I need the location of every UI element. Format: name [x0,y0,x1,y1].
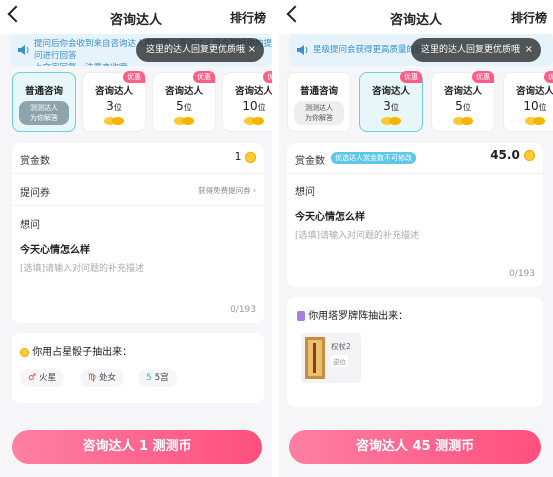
coin-stack-icon [453,117,473,125]
discount-badge: 优惠 [472,71,494,83]
coin-icon [245,151,256,163]
dice-icon [20,347,29,357]
speaker-icon [297,45,308,55]
discount-badge: 优惠 [263,71,272,83]
tooltip: 这里的达人回复更优质哦 × [411,38,541,62]
tarot-card-position: 逆位 [331,355,348,367]
coupon-label: 提问券 [20,188,50,199]
description-input[interactable]: [选填]请输入对问题的补充描述 [20,261,144,274]
coin-stack-icon [525,117,545,125]
coin-stack-icon [174,117,194,125]
dice-card: 你用占星骰子抽出来： ♂ 火星 ♍ 处女 5 5宫 [12,333,264,403]
leaderboard-link[interactable]: 排行榜 [230,9,266,26]
reward-value: 45.0 [490,148,535,162]
header: 咨询达人 排行榜 [279,0,553,34]
consult-button[interactable]: 咨询达人 45 测测币 [289,430,541,464]
tooltip-text: 这里的达人回复更优质哦 [421,45,521,55]
coin-stack-icon [244,117,264,125]
close-icon[interactable]: × [525,38,533,62]
option-normal[interactable]: 普通咨询 测测达人 为你解答 [287,72,351,132]
option-expert-3[interactable]: 优惠 咨询达人 3位 [82,71,146,132]
dice-chip-sign: ♍ 处女 [80,369,125,387]
option-count: 10位 [523,99,547,113]
mars-icon: ♂ [28,373,37,383]
option-label: 咨询达人 [371,86,410,97]
option-count: 3位 [106,99,122,113]
option-label: 咨询达人 [234,86,272,97]
option-label: 咨询达人 [94,86,133,97]
tarot-result[interactable]: 权杖2 逆位 [301,333,361,383]
question-input[interactable]: 今天心情怎么样 [20,241,90,256]
discount-badge: 优惠 [544,71,553,83]
consult-options: 普通咨询 测测达人 为你解答 优惠 咨询达人 3位 优惠 咨询达人 5位 优惠 … [0,71,272,134]
char-counter: 0/193 [509,269,535,279]
header: 咨询达人 排行榜 [0,0,272,34]
consult-options: 普通咨询 测测达人 为你解答 优惠 咨询达人 3位 优惠 咨询达人 5位 优惠 … [279,71,553,134]
discount-badge: 优惠 [400,71,422,83]
coupon-link[interactable]: 获得免费提问券 › [198,185,256,196]
right-screen: 咨询达人 排行榜 星级提问会获得更高质量的回复 这里的达人回复更优质哦 × 普通… [279,0,553,477]
left-screen: 咨询达人 排行榜 提问后你会收到来自咨询达人的回复，咨询达人将会根据你的提问进行… [0,0,272,477]
option-expert-10[interactable]: 优惠 咨询达人 10位 [222,71,272,132]
coin-stack-icon [104,117,124,125]
option-count: 5位 [455,99,471,113]
speaker-icon [18,45,29,55]
option-label: 咨询达人 [443,86,482,97]
reward-value[interactable]: 1 [235,150,256,163]
tarot-title: 你用塔罗牌阵抽出来： [297,307,408,322]
ask-label: 想问 [20,220,40,231]
question-input[interactable]: 今天心情怎么样 [295,208,365,223]
char-counter: 0/193 [230,305,256,315]
tarot-icon [297,311,305,321]
house-number-icon: 5 [146,373,152,383]
discount-badge: 优惠 [123,71,145,83]
tooltip-text: 这里的达人回复更优质哦 [146,45,246,55]
close-icon[interactable]: × [248,38,256,62]
reward-tag: 优选达人赏金数不可修改 [331,152,416,164]
option-expert-10[interactable]: 优惠 咨询达人 10位 [503,71,553,132]
reward-label: 赏金数 [20,156,50,167]
divider [272,0,279,477]
option-expert-3[interactable]: 优惠 咨询达人 3位 [359,71,423,132]
option-count: 10位 [242,99,266,113]
option-count: 3位 [383,99,399,113]
ask-label: 想问 [295,187,315,198]
discount-badge: 优惠 [193,71,215,83]
option-label: 普通咨询 [299,86,338,97]
option-normal[interactable]: 普通咨询 测测达人 为你解答 [12,72,76,132]
option-sub: 测测达人 为你解答 [294,101,344,125]
reward-label: 赏金数 [295,156,325,167]
option-expert-5[interactable]: 优惠 咨询达人 5位 [152,71,216,132]
question-card: 赏金数 1 提问券 获得免费提问券 › 想问 今天心情怎么样 [选填]请输入对问… [12,143,264,323]
question-card: 赏金数 优选达人赏金数不可修改 45.0 想问 今天心情怎么样 [选填]请输入对… [287,143,543,287]
tarot-card-name: 权杖2 [331,342,351,351]
leaderboard-link[interactable]: 排行榜 [511,9,547,26]
option-label: 普通咨询 [24,86,63,97]
dice-chip-planet: ♂ 火星 [20,369,65,387]
option-count: 5位 [176,99,192,113]
dice-chip-house: 5 5宫 [138,369,177,387]
consult-button[interactable]: 咨询达人 1 测测币 [12,430,262,464]
coin-stack-icon [381,117,401,125]
option-expert-5[interactable]: 优惠 咨询达人 5位 [431,71,495,132]
virgo-icon: ♍ [88,373,97,383]
option-label: 咨询达人 [164,86,203,97]
dice-title: 你用占星骰子抽出来： [20,343,132,358]
option-label: 咨询达人 [515,86,553,97]
tarot-card-image [305,337,325,379]
tooltip: 这里的达人回复更优质哦 × [136,38,264,62]
chevron-right-icon: › [253,186,256,195]
dice-chips: ♂ 火星 ♍ 处女 5 5宫 [20,369,260,389]
option-sub: 测测达人 为你解答 [19,101,69,125]
coin-icon [524,150,535,161]
tarot-card: 你用塔罗牌阵抽出来： 权杖2 逆位 [287,297,543,407]
description-input[interactable]: [选填]请输入对问题的补充描述 [295,228,419,241]
